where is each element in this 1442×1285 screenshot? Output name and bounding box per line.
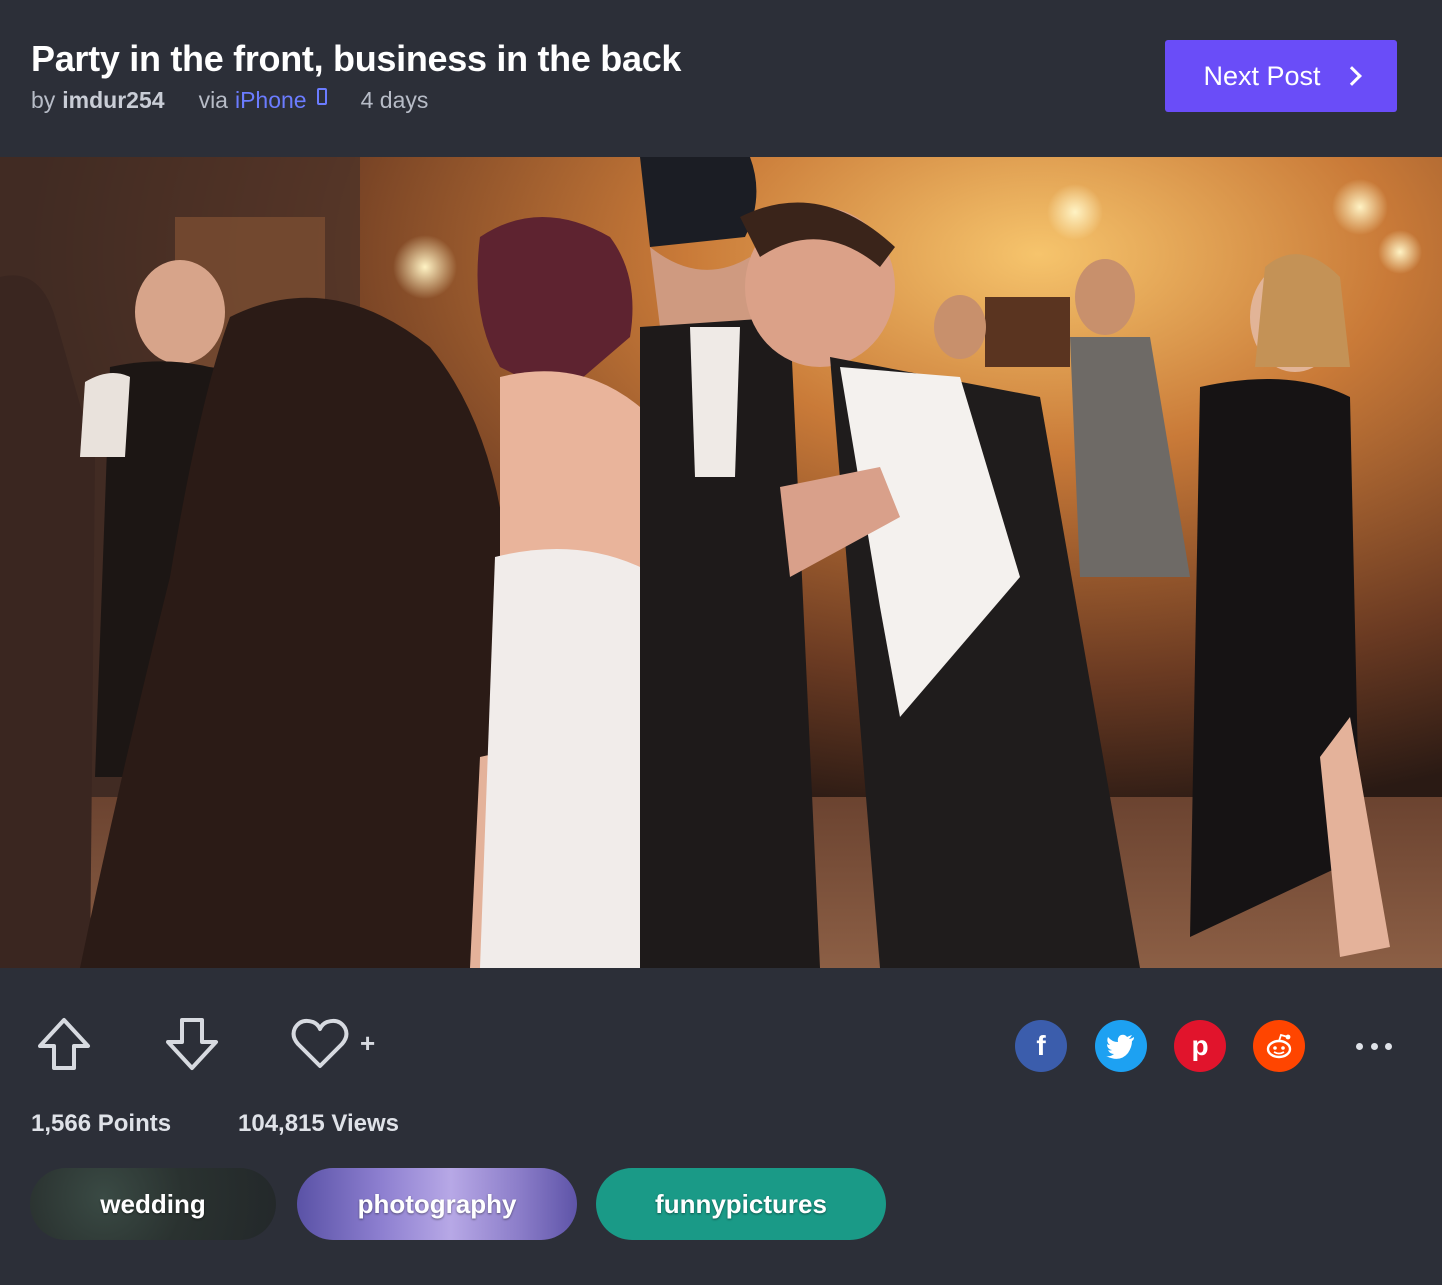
- dot: [1356, 1042, 1363, 1050]
- post-title: Party in the front, business in the back: [31, 38, 682, 79]
- by-label: by: [31, 87, 56, 113]
- pinterest-icon: p: [1191, 1030, 1209, 1061]
- reddit-share-button[interactable]: [1253, 1020, 1305, 1072]
- platform-link[interactable]: iPhone: [235, 87, 307, 114]
- post-meta: by imdur254 via iPhone 4 days: [31, 87, 428, 114]
- dot: [1385, 1042, 1392, 1050]
- upvote-arrow-icon[interactable]: [34, 1014, 94, 1074]
- post-page: Party in the front, business in the back…: [0, 0, 1442, 1285]
- chevron-right-icon: [1341, 66, 1362, 86]
- twitter-share-button[interactable]: [1095, 1020, 1147, 1072]
- photo-illustration: [0, 157, 1442, 968]
- tag-label: photography: [357, 1188, 517, 1219]
- tag-label: wedding: [100, 1188, 206, 1219]
- views-count: 104,815 Views: [238, 1110, 400, 1137]
- favorite-plus[interactable]: +: [360, 1028, 375, 1059]
- reddit-alien-icon: [1266, 1033, 1292, 1059]
- downvote-arrow-icon[interactable]: [162, 1014, 222, 1074]
- post-header: Party in the front, business in the back…: [0, 0, 1442, 157]
- post-age: 4 days: [360, 87, 429, 113]
- tag-label: funnypictures: [655, 1188, 827, 1219]
- next-post-label: Next Post: [1203, 60, 1321, 91]
- points-count: 1,566 Points: [31, 1110, 172, 1137]
- phone-icon: [316, 88, 327, 105]
- author-link[interactable]: imdur254: [62, 87, 164, 114]
- heart-icon[interactable]: [289, 1016, 351, 1072]
- tag-photography[interactable]: photography: [297, 1168, 577, 1240]
- facebook-icon: f: [1036, 1030, 1046, 1061]
- pinterest-share-button[interactable]: p: [1174, 1020, 1226, 1072]
- post-image[interactable]: [0, 157, 1442, 968]
- next-post-button[interactable]: Next Post: [1165, 40, 1397, 112]
- ellipsis-icon[interactable]: [1356, 1028, 1392, 1064]
- dot: [1370, 1042, 1378, 1050]
- via-label: via: [198, 87, 228, 113]
- facebook-share-button[interactable]: f: [1015, 1020, 1067, 1072]
- tag-funnypictures[interactable]: funnypictures: [596, 1168, 886, 1240]
- twitter-bird-icon: [1106, 1034, 1134, 1059]
- tag-wedding[interactable]: wedding: [30, 1168, 276, 1240]
